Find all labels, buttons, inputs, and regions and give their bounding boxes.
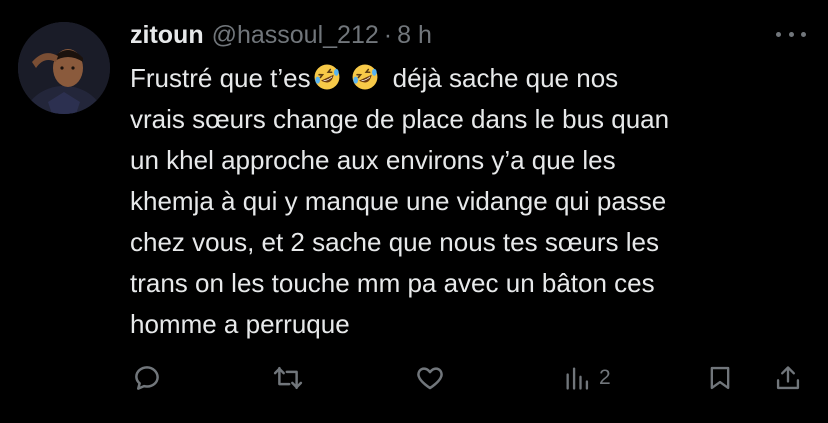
tweet-line: vrais sœurs change de place dans le bus … (130, 104, 670, 134)
tweet-line-text: déjà sache que nos (392, 63, 619, 93)
tweet-line: Frustré que t’es déjà sache que nos (130, 58, 800, 99)
tweet-line: chez vous, et 2 sache que nous tes sœurs… (130, 227, 659, 257)
bookmark-icon (710, 366, 730, 390)
avatar[interactable] (18, 22, 110, 114)
more-dot (776, 31, 781, 37)
tweet-line: homme a perruque (130, 309, 350, 339)
like-button[interactable] (415, 358, 445, 398)
views-button[interactable]: 2 (563, 358, 611, 398)
retweet-icon (273, 366, 303, 390)
views-icon (566, 367, 589, 390)
tweet-line: khemja à qui y manque une vidange qui pa… (130, 186, 667, 216)
tweet-text: Frustré que t’es déjà sache que nos vrai… (130, 58, 800, 345)
action-bar: 2 (0, 358, 828, 398)
share-icon (776, 366, 800, 390)
author-name[interactable]: zitoun (130, 21, 204, 50)
tweet-line-text: Frustré que t’es (130, 63, 311, 93)
share-button[interactable] (774, 358, 802, 398)
tweet-line: trans on les touche mm pa avec un bâton … (130, 268, 655, 298)
more-options-icon[interactable] (776, 24, 806, 44)
views-count: 2 (599, 366, 611, 389)
retweet-button[interactable] (272, 358, 304, 398)
tweet[interactable]: zitoun @hassoul_212 · 8 h Frustré que t’… (0, 0, 828, 423)
bookmark-button[interactable] (706, 358, 734, 398)
heart-icon (417, 367, 443, 390)
tweet-line: un khel approche aux environs y’a que le… (130, 145, 616, 175)
separator-dot: · (383, 20, 393, 49)
more-dot (788, 31, 794, 37)
reply-button[interactable] (132, 358, 162, 398)
reply-icon (135, 366, 159, 390)
tweet-header: zitoun @hassoul_212 · 8 h (130, 18, 432, 52)
author-handle[interactable]: @hassoul_212 (212, 21, 379, 50)
timestamp[interactable]: 8 h (397, 21, 432, 50)
more-dot (801, 31, 806, 37)
rolling-on-floor-laughing-emoji-icon (352, 64, 378, 90)
rolling-on-floor-laughing-emoji-icon (314, 64, 340, 90)
